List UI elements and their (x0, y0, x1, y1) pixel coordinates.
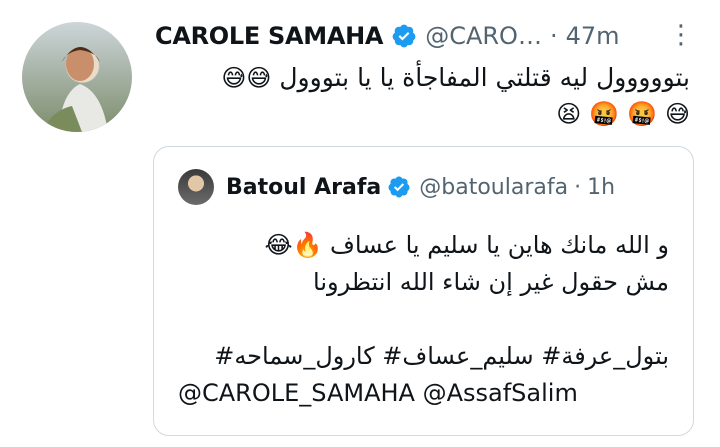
timestamp[interactable]: 47m (566, 22, 620, 50)
quoted-tweet-body: و الله مانك هاين يا سليم يا عساف 🔥😂 مش ح… (178, 227, 669, 412)
quoted-text-line2: مش حقول غير إن شاء الله انتظرونا (313, 268, 669, 296)
tears-of-joy-emoji-icon: 😂 (264, 231, 293, 259)
avatar[interactable] (22, 22, 132, 132)
quoted-text: و الله مانك هاين يا سليم يا عساف (330, 231, 669, 259)
fire-emoji-icon: 🔥 (292, 231, 323, 259)
verified-badge-icon (392, 24, 416, 48)
avatar-image-icon (42, 47, 108, 132)
quoted-author-name[interactable]: Batoul Arafa (226, 175, 381, 200)
tired-face-emoji-icon: 😫 (556, 100, 582, 128)
more-options-icon[interactable]: ⋮ (668, 22, 694, 48)
quoted-tweet[interactable]: Batoul Arafa @batoularafa · 1h و الله ما… (153, 146, 694, 436)
cursing-face-emoji-icon: 🤬 (589, 100, 620, 128)
sweat-smile-emoji-icon: 😅 (221, 64, 247, 92)
tweet-text: بتووووول ليه قتلتي المفاجأة يا يا بتووول (279, 63, 690, 92)
tweet-text-line1: بتووووول ليه قتلتي المفاجأة يا يا بتووول… (155, 60, 690, 96)
author-name[interactable]: CAROLE SAMAHA (155, 22, 384, 50)
quoted-timestamp[interactable]: 1h (587, 175, 615, 200)
quoted-text-line1: و الله مانك هاين يا سليم يا عساف 🔥😂 (178, 227, 669, 264)
quoted-tweet-header: Batoul Arafa @batoularafa · 1h (178, 169, 677, 205)
author-handle[interactable]: @CARO… (425, 22, 542, 50)
cursing-face-emoji-icon: 🤬 (627, 100, 658, 128)
separator-dot: · (574, 174, 582, 200)
verified-badge-icon (388, 176, 410, 198)
tweet-body: بتووووول ليه قتلتي المفاجأة يا يا بتووول… (155, 60, 690, 132)
mentions[interactable]: @CAROLE_SAMAHA @AssafSalim (178, 375, 669, 412)
tweet-header: CAROLE SAMAHA @CARO… · 47m (155, 18, 690, 54)
separator-dot: · (549, 22, 558, 50)
quoted-author-handle[interactable]: @batoularafa (419, 175, 568, 200)
tweet-text-line2: 😅 🤬 🤬 😫 (155, 96, 690, 132)
sweat-smile-emoji-icon: 😅 (246, 64, 272, 92)
hashtags[interactable]: بتول_عرفة# سليم_عساف# كارول_سماحه# (178, 338, 669, 375)
sweat-smile-emoji-icon: 😅 (664, 100, 690, 128)
quoted-avatar[interactable] (178, 169, 214, 205)
